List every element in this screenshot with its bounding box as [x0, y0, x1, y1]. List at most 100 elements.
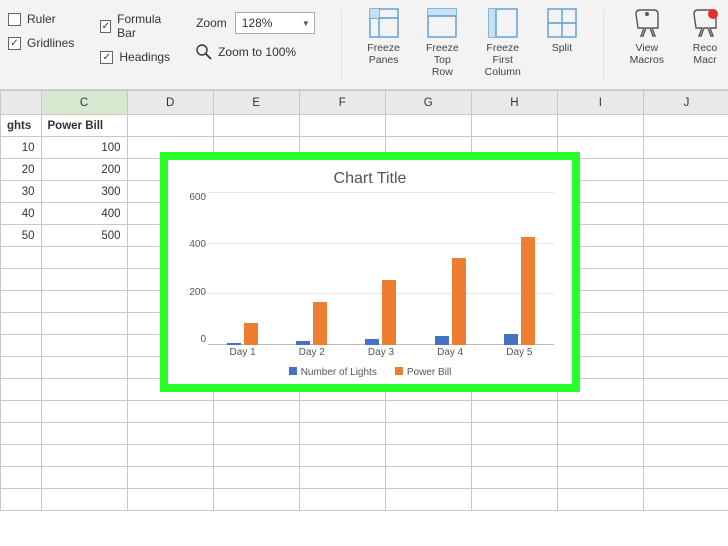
zoom-select[interactable]: 128% ▼: [235, 12, 315, 34]
column-header-J[interactable]: J: [643, 91, 728, 115]
cell[interactable]: [643, 445, 728, 467]
cell[interactable]: [127, 445, 213, 467]
cell[interactable]: [1, 335, 42, 357]
cell[interactable]: [643, 401, 728, 423]
cell[interactable]: 40: [1, 203, 42, 225]
cell[interactable]: [643, 203, 728, 225]
cell[interactable]: [643, 291, 728, 313]
cell[interactable]: [299, 115, 385, 137]
cell[interactable]: [1, 489, 42, 511]
cell[interactable]: [127, 467, 213, 489]
cell[interactable]: [127, 423, 213, 445]
cell[interactable]: [213, 423, 299, 445]
cell[interactable]: [643, 379, 728, 401]
cell[interactable]: [557, 115, 643, 137]
column-header-D[interactable]: D: [127, 91, 213, 115]
column-header-I[interactable]: I: [557, 91, 643, 115]
cell[interactable]: [557, 445, 643, 467]
cell[interactable]: 500: [41, 225, 127, 247]
cell[interactable]: [299, 423, 385, 445]
cell[interactable]: [643, 137, 728, 159]
cell[interactable]: [385, 423, 471, 445]
freeze-first-column-button[interactable]: Freeze First Column: [485, 6, 521, 78]
cell[interactable]: [213, 445, 299, 467]
cell[interactable]: 50: [1, 225, 42, 247]
cell[interactable]: [643, 247, 728, 269]
cell[interactable]: [471, 423, 557, 445]
cell[interactable]: [557, 467, 643, 489]
cell[interactable]: 30: [1, 181, 42, 203]
record-macro-button[interactable]: Reco Macr: [690, 6, 720, 66]
cell[interactable]: [1, 291, 42, 313]
cell[interactable]: [41, 291, 127, 313]
cell[interactable]: [643, 225, 728, 247]
cell[interactable]: [1, 467, 42, 489]
cell[interactable]: [471, 401, 557, 423]
cell[interactable]: [643, 269, 728, 291]
cell[interactable]: [299, 467, 385, 489]
chart-object[interactable]: Chart Title 6004002000 Day 1Day 2Day 3Da…: [160, 152, 580, 392]
cell[interactable]: [643, 159, 728, 181]
cell[interactable]: Power Bill: [41, 115, 127, 137]
cell[interactable]: 400: [41, 203, 127, 225]
cell[interactable]: [1, 379, 42, 401]
freeze-top-row-button[interactable]: Freeze Top Row: [426, 6, 459, 78]
cell[interactable]: [385, 115, 471, 137]
cell[interactable]: 10: [1, 137, 42, 159]
cell[interactable]: [385, 445, 471, 467]
cell[interactable]: 300: [41, 181, 127, 203]
column-header-H[interactable]: H: [471, 91, 557, 115]
headings-checkbox[interactable]: ✓: [100, 51, 113, 64]
cell[interactable]: [385, 467, 471, 489]
cell[interactable]: [643, 357, 728, 379]
cell[interactable]: [41, 313, 127, 335]
cell[interactable]: [41, 445, 127, 467]
cell[interactable]: [643, 489, 728, 511]
cell[interactable]: [557, 489, 643, 511]
formula-bar-checkbox[interactable]: ✓: [100, 20, 111, 33]
cell[interactable]: [41, 489, 127, 511]
cell[interactable]: [1, 269, 42, 291]
cell[interactable]: ghts: [1, 115, 42, 137]
cell[interactable]: [643, 467, 728, 489]
cell[interactable]: [557, 423, 643, 445]
cell[interactable]: 200: [41, 159, 127, 181]
view-macros-button[interactable]: View Macros: [630, 6, 664, 66]
cell[interactable]: 100: [41, 137, 127, 159]
cell[interactable]: [1, 401, 42, 423]
cell[interactable]: [643, 115, 728, 137]
cell[interactable]: [643, 313, 728, 335]
column-header-partial[interactable]: [1, 91, 42, 115]
cell[interactable]: [643, 423, 728, 445]
cell[interactable]: [213, 489, 299, 511]
cell[interactable]: [41, 269, 127, 291]
cell[interactable]: [557, 401, 643, 423]
cell[interactable]: [41, 379, 127, 401]
cell[interactable]: 20: [1, 159, 42, 181]
cell[interactable]: [41, 357, 127, 379]
column-header-C[interactable]: C: [41, 91, 127, 115]
cell[interactable]: [41, 401, 127, 423]
cell[interactable]: [385, 401, 471, 423]
cell[interactable]: [127, 401, 213, 423]
gridlines-checkbox[interactable]: ✓: [8, 37, 21, 50]
cell[interactable]: [213, 115, 299, 137]
split-button[interactable]: Split: [547, 6, 577, 54]
cell[interactable]: [41, 423, 127, 445]
cell[interactable]: [1, 445, 42, 467]
ruler-checkbox[interactable]: [8, 13, 21, 26]
cell[interactable]: [1, 313, 42, 335]
cell[interactable]: [41, 335, 127, 357]
cell[interactable]: [1, 247, 42, 269]
cell[interactable]: [471, 489, 557, 511]
cell[interactable]: [1, 423, 42, 445]
cell[interactable]: [471, 445, 557, 467]
freeze-panes-button[interactable]: Freeze Panes: [367, 6, 400, 66]
cell[interactable]: [127, 489, 213, 511]
column-header-E[interactable]: E: [213, 91, 299, 115]
cell[interactable]: [299, 489, 385, 511]
cell[interactable]: [213, 467, 299, 489]
cell[interactable]: [471, 115, 557, 137]
cell[interactable]: [41, 247, 127, 269]
cell[interactable]: [299, 445, 385, 467]
